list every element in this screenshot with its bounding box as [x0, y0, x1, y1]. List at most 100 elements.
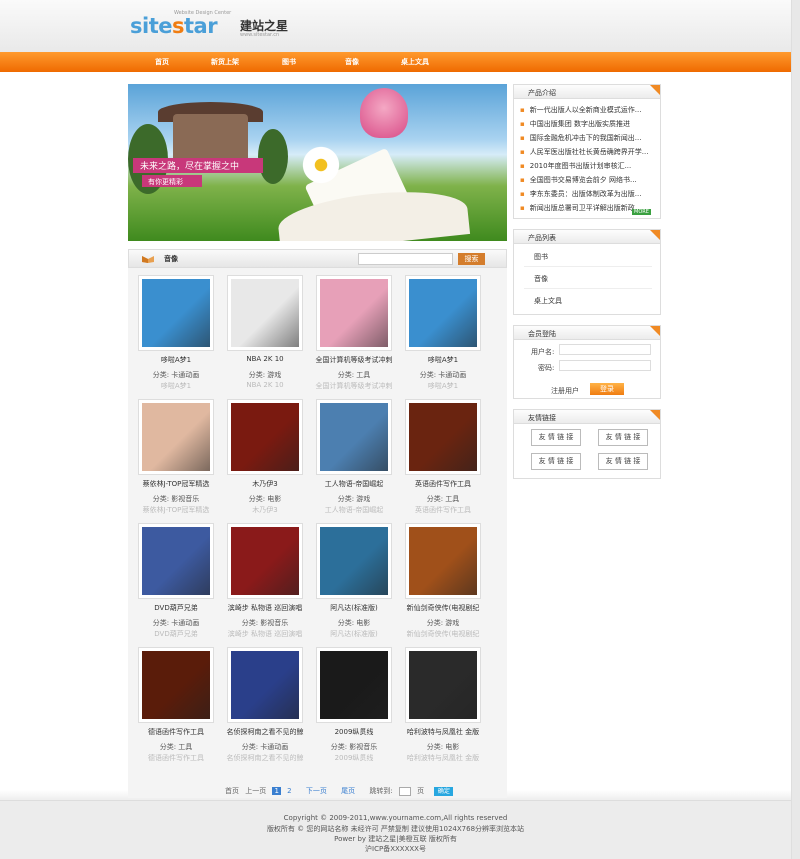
friend-link-button[interactable]: 友 情 链 接	[598, 429, 648, 446]
news-item-text[interactable]: 国际金融危机冲击下的我国新闻出...	[530, 134, 642, 142]
nav-home[interactable]: 首页	[155, 57, 169, 67]
product-card[interactable]: 名侦探柯南之看不见的鲸 分类: 卡通动画 名侦探柯南之看不见的鲸	[217, 640, 304, 762]
product-name[interactable]: 哈利波特与凤凰社 金版	[395, 727, 491, 737]
search-input[interactable]	[358, 253, 453, 265]
product-card[interactable]: 德语函件写作工具 分类: 工具 德语函件写作工具	[128, 640, 214, 762]
product-thumbnail[interactable]	[405, 399, 481, 475]
product-thumbnail[interactable]	[316, 523, 392, 599]
product-name[interactable]: 哆啦A梦1	[395, 355, 491, 365]
news-item[interactable]: ▪ 人民军医出版社社长黄岳确跨界开学...	[520, 147, 648, 157]
friend-link-button[interactable]: 友 情 链 接	[531, 453, 581, 470]
product-name[interactable]: 英语函件写作工具	[395, 479, 491, 489]
footer-rights: 版权所有 © 您的网站名称 未经许可 严禁复制 建议使用1024X768分辨率浏…	[266, 825, 525, 833]
nav-music[interactable]: 音像	[345, 57, 359, 67]
product-name[interactable]: 2009纵贯线	[306, 727, 402, 737]
jump-button[interactable]: 确定	[434, 786, 454, 796]
product-thumbnail[interactable]	[405, 523, 481, 599]
product-name-secondary: 名侦探柯南之看不见的鲸	[226, 754, 304, 762]
product-card[interactable]: 木乃伊3 分类: 电影 木乃伊3	[217, 392, 303, 514]
password-input[interactable]	[559, 360, 651, 371]
nav-new-arrivals[interactable]: 新货上架	[211, 57, 239, 67]
news-item-text[interactable]: 李东东委员：出版体制改革为出版...	[530, 190, 642, 198]
pager-prev[interactable]: 上一页	[245, 787, 266, 795]
login-button[interactable]: 登录	[590, 383, 624, 395]
product-name-secondary: 英语函件写作工具	[415, 506, 471, 514]
product-card[interactable]: 英语函件写作工具 分类: 工具 英语函件写作工具	[395, 392, 481, 514]
product-name[interactable]: 名侦探柯南之看不见的鲸	[217, 727, 313, 737]
product-thumbnail[interactable]	[316, 399, 392, 475]
news-item[interactable]: ▪ 中国出版集团 数字出版实质推进	[520, 119, 630, 129]
product-name[interactable]: 德语函件写作工具	[128, 727, 224, 737]
main-nav: 首页 新货上架 图书 音像 桌上文具	[0, 52, 791, 72]
news-item-text[interactable]: 2010年度图书出版计划审核汇...	[530, 162, 632, 170]
product-name[interactable]: 全国计算机等级考试冲刺	[306, 355, 402, 365]
product-card[interactable]: 2009纵贯线 分类: 影视音乐 2009纵贯线	[306, 640, 392, 762]
category-music[interactable]: 音像	[534, 274, 548, 284]
news-item[interactable]: ▪ 2010年度图书出版计划审核汇...	[520, 161, 631, 171]
product-thumbnail[interactable]	[138, 399, 214, 475]
news-item[interactable]: ▪ 国际金融危机冲击下的我国新闻出...	[520, 133, 641, 143]
product-thumbnail[interactable]	[227, 523, 303, 599]
news-item[interactable]: ▪ 李东东委员：出版体制改革为出版...	[520, 189, 641, 199]
news-item-text[interactable]: 新闻出版总署司卫平详解出版新政...	[530, 204, 642, 212]
product-thumbnail[interactable]	[227, 275, 303, 351]
more-badge[interactable]: MORE	[632, 209, 651, 215]
friend-link-button[interactable]: 友 情 链 接	[531, 429, 581, 446]
page-scrollbar[interactable]	[791, 0, 800, 859]
product-name[interactable]: NBA 2K 10	[217, 355, 313, 363]
product-card[interactable]: DVD葫芦兄弟 分类: 卡通动画 DVD葫芦兄弟	[128, 516, 214, 638]
pager-page-1[interactable]: 1	[272, 787, 281, 795]
product-name[interactable]: 蔡依林J-TOP冠军精选	[128, 479, 224, 489]
product-name[interactable]: 工人物语-帝国崛起	[306, 479, 402, 489]
product-name[interactable]: 哆啦A梦1	[128, 355, 224, 365]
category-stationery[interactable]: 桌上文具	[534, 296, 562, 306]
product-card[interactable]: 阿凡达(标准版) 分类: 电影 阿凡达(标准版)	[306, 516, 392, 638]
pager-page-2[interactable]: 2	[287, 787, 291, 795]
corner-tab-icon	[650, 230, 660, 240]
nav-stationery[interactable]: 桌上文具	[401, 57, 429, 67]
product-thumbnail[interactable]	[138, 523, 214, 599]
product-name[interactable]: 新仙剑奇侠传(电视剧纪	[395, 603, 491, 613]
product-thumbnail[interactable]	[227, 647, 303, 723]
news-item[interactable]: ▪ 新闻出版总署司卫平详解出版新政...	[520, 203, 641, 213]
product-name[interactable]: 阿凡达(标准版)	[306, 603, 402, 613]
pager-next[interactable]: 下一页	[306, 787, 327, 795]
search-button[interactable]: 搜索	[458, 253, 485, 265]
news-item-text[interactable]: 中国出版集团 数字出版实质推进	[530, 120, 630, 128]
pager-last[interactable]: 尾页	[341, 787, 355, 795]
product-thumbnail[interactable]	[405, 647, 481, 723]
product-card[interactable]: 哈利波特与凤凰社 金版 分类: 电影 哈利波特与凤凰社 金版	[395, 640, 481, 762]
product-thumbnail[interactable]	[138, 275, 214, 351]
product-name[interactable]: DVD葫芦兄弟	[128, 603, 224, 613]
product-thumbnail[interactable]	[227, 399, 303, 475]
friend-link-button[interactable]: 友 情 链 接	[598, 453, 648, 470]
news-item-text[interactable]: 新一代出版人以全新商业模式运作...	[530, 106, 642, 114]
jump-page-input[interactable]	[398, 786, 411, 796]
nav-books[interactable]: 图书	[282, 57, 296, 67]
product-thumbnail[interactable]	[405, 275, 481, 351]
product-card[interactable]: 工人物语-帝国崛起 分类: 游戏 工人物语-帝国崛起	[306, 392, 392, 514]
product-thumbnail[interactable]	[316, 275, 392, 351]
product-name[interactable]: 木乃伊3	[217, 479, 313, 489]
product-card[interactable]: 哆啦A梦1 分类: 卡通动画 哆啦A梦1	[395, 268, 481, 390]
product-card[interactable]: 哆啦A梦1 分类: 卡通动画 哆啦A梦1	[128, 268, 214, 390]
register-link[interactable]: 注册用户	[551, 386, 579, 396]
category-books[interactable]: 图书	[534, 252, 548, 262]
product-card[interactable]: 新仙剑奇侠传(电视剧纪 分类: 游戏 新仙剑奇侠传(电视剧纪	[395, 516, 481, 638]
product-card[interactable]: 全国计算机等级考试冲刺 分类: 工具 全国计算机等级考试冲刺	[306, 268, 393, 390]
product-name[interactable]: 滨崎步 私物语 巡回演唱	[217, 603, 313, 613]
news-item[interactable]: ▪ 新一代出版人以全新商业模式运作...	[520, 105, 641, 115]
news-item-text[interactable]: 人民军医出版社社长黄岳确跨界开学...	[530, 148, 649, 156]
footer: Copyright © 2009-2011,www.yourname.com,A…	[0, 800, 791, 859]
pager-first[interactable]: 首页	[225, 787, 239, 795]
product-card[interactable]: 滨崎步 私物语 巡回演唱 分类: 影视音乐 滨崎步 私物语 巡回演唱	[217, 516, 303, 638]
username-input[interactable]	[559, 344, 651, 355]
site-logo[interactable]: Website Design Center sitestar 建站之星 www.…	[130, 10, 290, 40]
news-item-text[interactable]: 全国图书交易博览会前夕 网络书...	[530, 176, 637, 184]
product-thumbnail[interactable]	[138, 647, 214, 723]
product-card[interactable]: NBA 2K 10 分类: 游戏 NBA 2K 10	[217, 268, 303, 389]
news-item[interactable]: ▪ 全国图书交易博览会前夕 网络书...	[520, 175, 637, 185]
product-card[interactable]: 蔡依林J-TOP冠军精选 分类: 影视音乐 蔡依林J-TOP冠军精选	[128, 392, 214, 514]
category-list-title: 产品列表	[528, 234, 556, 242]
product-thumbnail[interactable]	[316, 647, 392, 723]
